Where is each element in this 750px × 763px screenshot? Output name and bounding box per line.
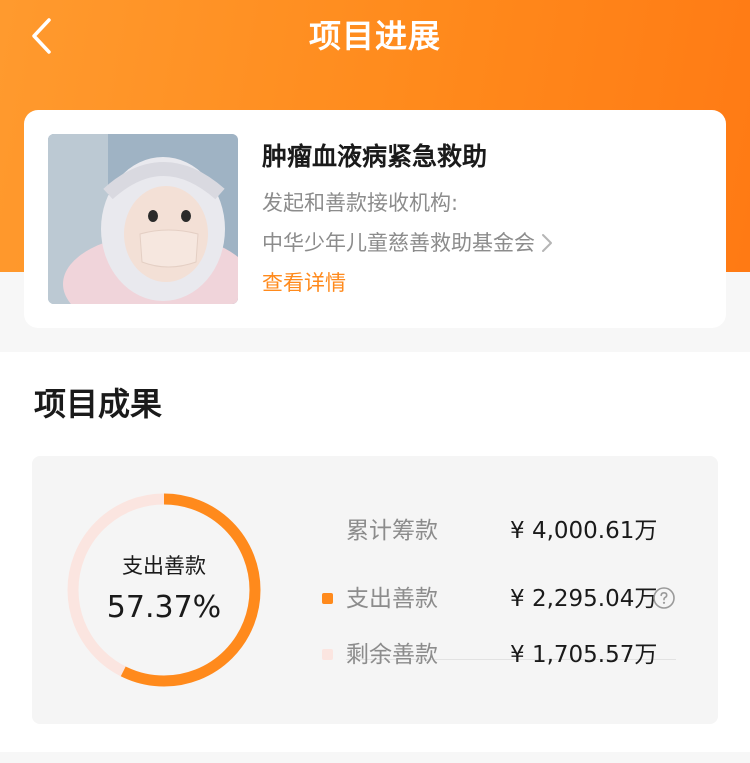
stat-label: 支出善款	[346, 586, 438, 612]
chevron-right-icon	[542, 234, 552, 252]
org-label: 发起和善款接收机构:	[262, 191, 459, 215]
stat-row-remaining: 剩余善款 ¥ 1,705.57万	[322, 634, 682, 674]
page-title: 项目进展	[308, 17, 441, 55]
project-image[interactable]	[48, 134, 238, 304]
stat-label: 累计筹款	[346, 518, 438, 544]
question-circle-icon[interactable]	[652, 586, 676, 610]
stat-value: ¥ 2,295.04万	[510, 586, 658, 612]
nav-bar: 项目进展	[0, 0, 750, 80]
org-name: 中华少年儿童慈善救助基金会	[262, 231, 535, 255]
legend-dot	[322, 593, 333, 604]
stat-value: ¥ 4,000.61万	[510, 518, 658, 544]
ring-percent: 57.37%	[106, 590, 222, 625]
legend-dot	[322, 649, 333, 660]
ring-label: 支出善款	[122, 554, 206, 578]
results-section: 项目成果 支出善款 57.37% 累计筹款 ¥ 4,000.61万 支出善款 ¥…	[0, 352, 750, 752]
stat-row-total-raised: 累计筹款 ¥ 4,000.61万	[322, 510, 682, 550]
stat-label: 剩余善款	[346, 642, 438, 668]
child-photo-illustration	[48, 134, 238, 304]
view-details-link[interactable]: 查看详情	[262, 268, 346, 298]
project-name: 肿瘤血液病紧急救助	[262, 142, 488, 171]
stat-row-spent: 支出善款 ¥ 2,295.04万	[322, 578, 682, 618]
project-card: 肿瘤血液病紧急救助 发起和善款接收机构: 中华少年儿童慈善救助基金会 查看详情	[24, 110, 726, 328]
results-box: 支出善款 57.37% 累计筹款 ¥ 4,000.61万 支出善款 ¥ 2,29…	[32, 456, 718, 724]
section-title: 项目成果	[34, 385, 163, 423]
stat-value: ¥ 1,705.57万	[510, 642, 658, 668]
org-link[interactable]: 中华少年儿童慈善救助基金会	[262, 228, 555, 258]
